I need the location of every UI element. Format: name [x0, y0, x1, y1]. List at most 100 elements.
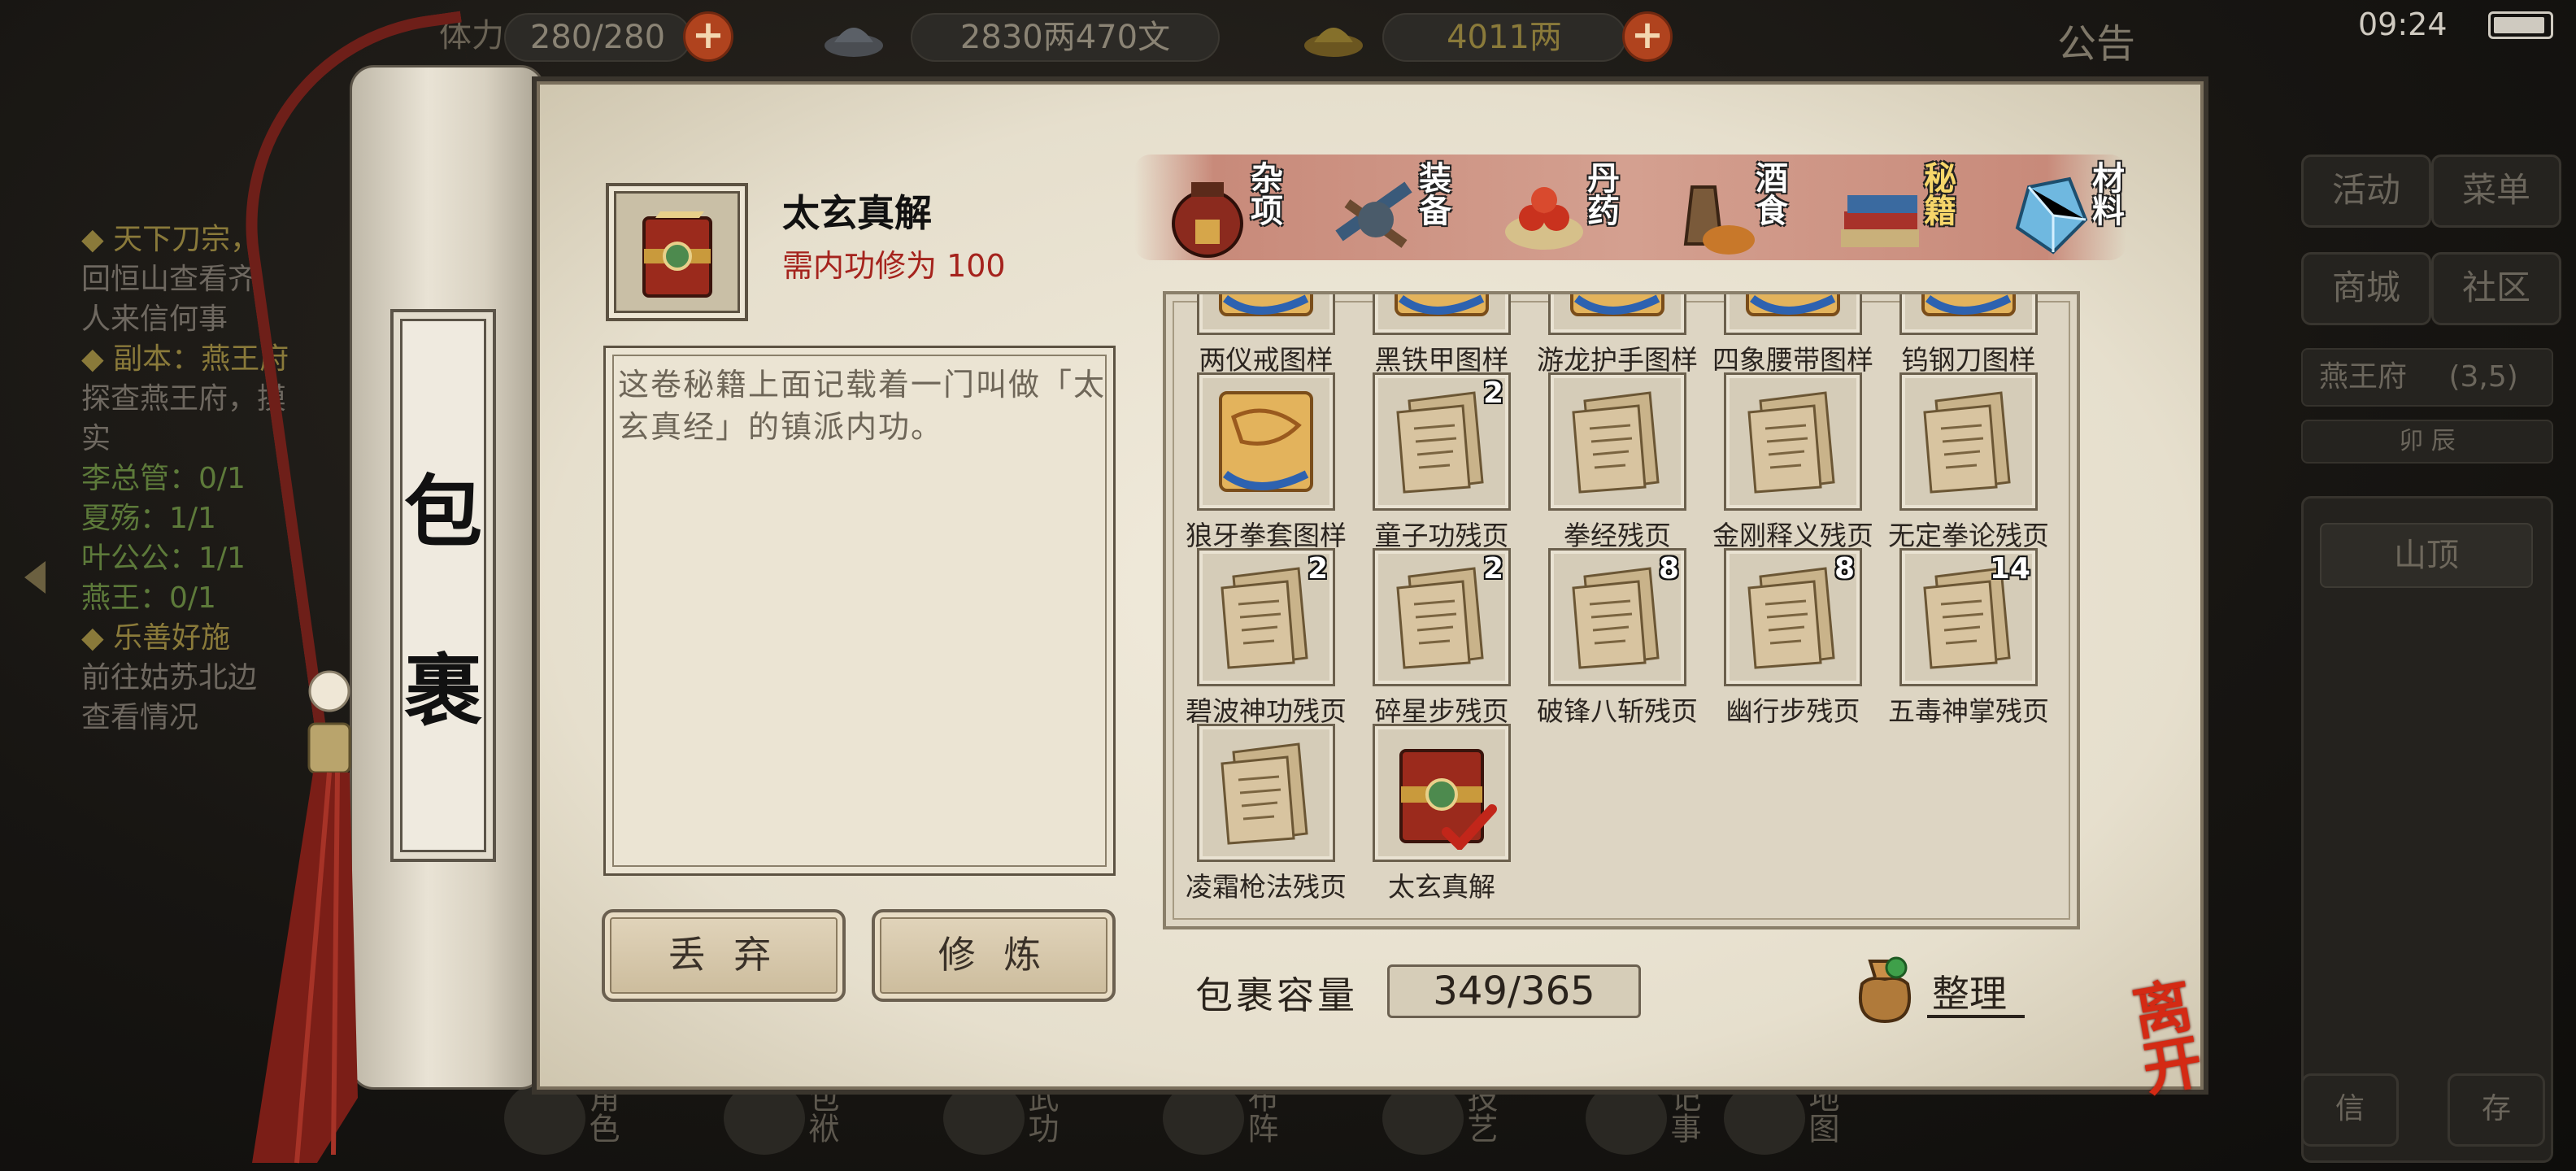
capacity-label: 包裹容量 — [1195, 973, 1358, 1017]
location-name: 燕王府 — [2319, 360, 2408, 394]
item-name: 拳经残页 — [1564, 520, 1671, 551]
martial-icon — [943, 1082, 1025, 1155]
clock: 09:24 — [2358, 7, 2448, 42]
inventory-slot[interactable]: 钨钢刀图样 — [1875, 294, 2051, 376]
item-name: 无定拳论残页 — [1888, 520, 2049, 551]
map-node-box: 山顶 — [2301, 496, 2553, 1163]
category-tab-jar[interactable]: 杂项 — [1138, 155, 1301, 268]
slot-frame: 8 — [1724, 548, 1862, 686]
inventory-slot[interactable]: 黑铁甲图样 — [1348, 294, 1524, 376]
leave-button[interactable]: 离开 — [2128, 967, 2262, 1107]
page-icon — [1747, 391, 1835, 494]
page-icon — [1747, 567, 1835, 669]
books-icon — [1841, 195, 1919, 247]
item-count: 8 — [1834, 552, 1855, 586]
item-name: 童子功残页 — [1374, 520, 1509, 551]
inventory-slot[interactable]: 2 碎星步残页 — [1348, 548, 1524, 727]
inventory-slot[interactable]: 凌霜枪法残页 — [1173, 724, 1348, 903]
sort-button[interactable]: 整理 — [1846, 951, 2033, 1025]
jar-icon — [1172, 182, 1243, 258]
right-side-panel: 活动 菜单 商城 社区 燕王府 (3,5) 卯 辰 山顶 信 存 — [2269, 138, 2561, 1163]
slot-frame: 2 — [1197, 548, 1335, 686]
page-icon — [1923, 391, 2011, 494]
page-icon — [1396, 391, 1484, 494]
slot-frame — [1197, 724, 1335, 862]
mail-button[interactable]: 信 — [2301, 1073, 2399, 1147]
item-name: 两仪戒图样 — [1199, 344, 1334, 376]
location-coord: (3,5) — [2448, 360, 2518, 394]
inventory-slot[interactable]: 太玄真解 — [1348, 724, 1524, 903]
tassel-icon — [252, 670, 358, 1164]
item-count: 2 — [1482, 552, 1503, 586]
battery-icon — [2488, 11, 2553, 39]
pattern-scroll-icon — [1219, 391, 1313, 492]
inventory-slot[interactable]: 拳经残页 — [1524, 372, 1699, 551]
save-button[interactable]: 存 — [2448, 1073, 2545, 1147]
time-of-day-bar: 卯 辰 — [2301, 420, 2553, 464]
inventory-slot[interactable]: 狼牙拳套图样 — [1173, 372, 1348, 551]
character-icon — [504, 1082, 585, 1155]
gold-value: 4011两 — [1382, 13, 1626, 62]
item-count: 2 — [1482, 377, 1503, 410]
page-icon — [1221, 742, 1308, 845]
peak-button[interactable]: 山顶 — [2320, 523, 2533, 588]
inventory-slot[interactable]: 2 碧波神功残页 — [1173, 548, 1348, 727]
inventory-slot[interactable]: 四象腰带图样 — [1699, 294, 1875, 376]
journal-icon — [1586, 1082, 1667, 1155]
inventory-slot[interactable]: 2 童子功残页 — [1348, 372, 1524, 551]
item-count: 14 — [1989, 552, 2030, 586]
shop-button[interactable]: 商城 — [2301, 252, 2431, 325]
inventory-slot[interactable]: 两仪戒图样 — [1173, 294, 1348, 376]
item-name: 钨钢刀图样 — [1901, 344, 2036, 376]
category-tab-equipment[interactable]: 装备 — [1307, 155, 1469, 268]
category-tab-books[interactable]: 秘籍 — [1812, 155, 1974, 268]
sort-underline — [1927, 1015, 2025, 1018]
community-button[interactable]: 社区 — [2431, 252, 2561, 325]
slot-frame — [1548, 294, 1686, 335]
money-bag-icon — [1858, 956, 1912, 1024]
inventory-slot[interactable]: 游龙护手图样 — [1524, 294, 1699, 376]
item-name: 太玄真解 — [1388, 871, 1495, 903]
category-label: 杂项 — [1245, 161, 1282, 226]
item-name: 游龙护手图样 — [1537, 344, 1698, 376]
collapse-arrow-icon[interactable] — [24, 561, 46, 594]
item-name: 凌霜枪法残页 — [1186, 871, 1347, 903]
slot-frame — [1373, 294, 1511, 335]
inventory-slot[interactable]: 8 幽行步残页 — [1699, 548, 1875, 727]
sort-label: 整理 — [1932, 972, 2007, 1016]
inventory-slot[interactable]: 14 五毒神掌残页 — [1875, 548, 2051, 727]
selected-item-name: 太玄真解 — [782, 191, 932, 235]
inventory-slot[interactable]: 无定拳论残页 — [1875, 372, 2051, 551]
inventory-slot[interactable]: 8 破锋八斩残页 — [1524, 548, 1699, 727]
add-gold-button[interactable]: + — [1622, 11, 1673, 62]
item-description: 这卷秘籍上面记载着一门叫做「太玄真经」的镇派内功。 — [618, 367, 1107, 445]
item-grid: 两仪戒图样 黑铁甲图样 游龙护手图样 四象腰带图样 钨钢刀图样 狼牙拳套图样 2 童子功残页拳… — [1163, 291, 2080, 929]
slot-frame — [1197, 372, 1335, 511]
item-name: 四象腰带图样 — [1712, 344, 1873, 376]
stamina-value: 280/280 — [504, 13, 691, 62]
practice-button[interactable]: 修 炼 — [872, 909, 1116, 1002]
category-tab-crystal[interactable]: 材料 — [1980, 155, 2143, 268]
location-bar: 燕王府 (3,5) — [2301, 348, 2553, 407]
category-tab-food[interactable]: 酒食 — [1643, 155, 1806, 268]
category-tab-pills[interactable]: 丹药 — [1475, 155, 1638, 268]
slot-frame — [1899, 372, 2038, 511]
add-stamina-button[interactable]: + — [683, 11, 733, 62]
slot-frame: 2 — [1373, 548, 1511, 686]
slot-frame — [1724, 372, 1862, 511]
item-count: 2 — [1307, 552, 1328, 586]
discard-button[interactable]: 丢 弃 — [602, 909, 846, 1002]
bagua-icon — [1163, 1082, 1244, 1155]
secret-manual-icon — [642, 211, 712, 298]
crystal-icon — [2015, 176, 2088, 255]
category-label: 丹药 — [1582, 161, 1619, 226]
item-name: 幽行步残页 — [1725, 695, 1860, 727]
menu-button[interactable]: 菜单 — [2431, 155, 2561, 228]
activity-button[interactable]: 活动 — [2301, 155, 2431, 228]
food-icon — [1683, 185, 1755, 255]
pattern-scroll-icon — [1219, 294, 1313, 316]
inventory-slot[interactable]: 金刚释义残页 — [1699, 372, 1875, 551]
item-name: 碧波神功残页 — [1186, 695, 1347, 727]
notice-button[interactable]: 公告 — [2057, 11, 2135, 68]
pattern-scroll-icon — [1746, 294, 1840, 316]
